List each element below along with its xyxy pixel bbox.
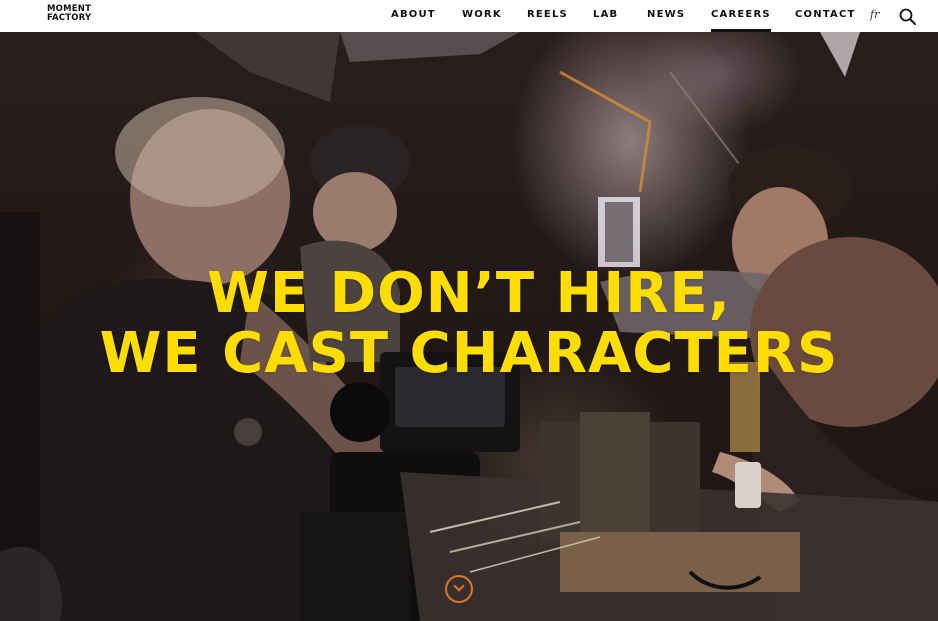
- nav-item-contact[interactable]: CONTACT: [795, 9, 856, 32]
- nav-item-about[interactable]: ABOUT: [391, 9, 436, 32]
- site-header: MOMENT FACTORY ABOUT WORK REELS LAB NEWS…: [0, 0, 938, 32]
- logo-line-2: FACTORY: [47, 13, 92, 23]
- nav-item-reels[interactable]: REELS: [527, 9, 568, 32]
- language-switch-fr[interactable]: fr: [870, 8, 879, 21]
- nav-item-work[interactable]: WORK: [462, 9, 502, 32]
- moment-factory-logo[interactable]: MOMENT FACTORY: [47, 5, 107, 23]
- search-icon: [899, 8, 916, 25]
- hero-section: WE DON’T HIRE, WE CAST CHARACTERS: [0, 32, 938, 621]
- hero-headline-line-1: WE DON’T HIRE,: [207, 261, 731, 326]
- search-button[interactable]: [898, 7, 918, 27]
- scroll-down-button[interactable]: [445, 575, 473, 603]
- nav-item-careers[interactable]: CAREERS: [711, 9, 771, 32]
- hero-headline-line-2: WE CAST CHARACTERS: [99, 321, 839, 386]
- nav-item-lab[interactable]: LAB: [593, 9, 618, 32]
- nav-item-news[interactable]: NEWS: [647, 9, 685, 32]
- scroll-down-icon: [453, 580, 465, 592]
